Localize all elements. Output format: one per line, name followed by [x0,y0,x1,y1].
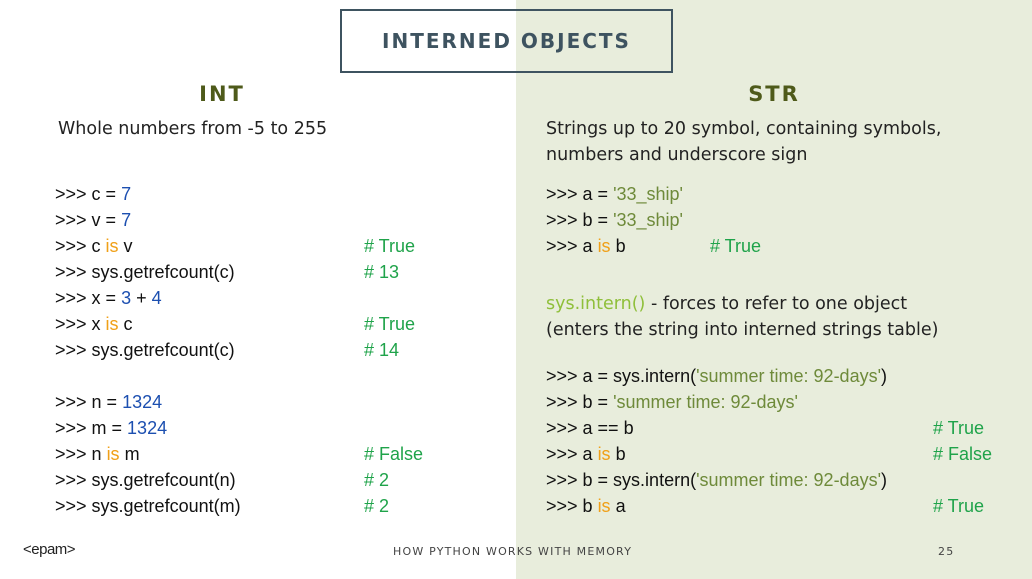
code-token: >>> v = [55,210,122,230]
code-token: >>> sys.getrefcount(c) [55,262,235,282]
code-token: 'summer time: 92-days' [613,392,798,412]
code-line: >>> v = 7 [55,207,131,233]
code-token: >>> sys.getrefcount(m) [55,496,241,516]
code-comment: # False [933,444,993,464]
code-token: >>> b [546,496,598,516]
code-line: >>> m = 1324 [55,415,167,441]
code-token: >>> c = [55,184,122,204]
code-token: 1324 [127,418,168,438]
footer-caption: HOW PYTHON WORKS WITH MEMORY [393,545,633,558]
code-comment: # True [364,236,416,256]
code-token: >>> a = sys.intern( [546,366,697,386]
code-line: >>> n is m [55,441,140,467]
code-line: >>> b = '33_ship' [546,207,683,233]
code-comment: # True [933,496,985,516]
code-line: >>> b is a [546,493,626,519]
code-token: >>> sys.getrefcount(n) [55,470,236,490]
code-token: >>> b = sys.intern( [546,470,697,490]
code-token: >>> b = [546,210,614,230]
code-token: '33_ship' [613,210,683,230]
code-comment: # 14 [364,340,400,360]
code-token: m [119,444,140,464]
code-token: 7 [121,210,132,230]
str-heading: STR [748,82,800,106]
code-token: v [118,236,133,256]
code-token: >>> m = [55,418,128,438]
slide-title: INTERNED OBJECTS [340,9,673,73]
code-token: >>> a = [546,184,614,204]
intern-description-text: - forces to refer to one object [645,294,908,314]
code-token: b [610,444,626,464]
code-token: c [118,314,133,334]
code-line: >>> sys.getrefcount(c) [55,259,235,285]
code-comment: # False [364,444,424,464]
code-token: 'summer time: 92-days' [696,366,882,386]
code-line: >>> b = 'summer time: 92-days' [546,389,798,415]
code-line: >>> a = '33_ship' [546,181,683,207]
epam-logo: <epam> [23,541,76,558]
code-line: >>> c is v [55,233,133,259]
code-token: 7 [121,184,132,204]
str-description-1: Strings up to 20 symbol, containing symb… [546,119,942,139]
code-token: >>> n = [55,392,123,412]
code-comment: # 2 [364,470,390,490]
code-token: is [597,236,611,256]
code-line: >>> a == b [546,415,634,441]
code-token: >>> n [55,444,107,464]
code-token: b [610,236,626,256]
code-line: >>> x = 3 + 4 [55,285,162,311]
code-token: 'summer time: 92-days' [696,470,882,490]
code-token: >>> b = [546,392,614,412]
code-line: >>> a is b [546,233,626,259]
code-token: '33_ship' [613,184,683,204]
code-line: >>> a is b [546,441,626,467]
code-token: >>> c [55,236,106,256]
code-token: is [597,444,611,464]
code-comment: # True [710,236,762,256]
str-description-2: numbers and underscore sign [546,145,808,165]
intern-description: sys.intern() - forces to refer to one ob… [546,291,907,317]
code-line: >>> sys.getrefcount(m) [55,493,241,519]
code-token: is [597,496,611,516]
code-token: >>> a [546,444,598,464]
code-line: >>> a = sys.intern('summer time: 92-days… [546,363,887,389]
code-token: >>> a [546,236,598,256]
code-token: ) [881,366,888,386]
code-comment: # 2 [364,496,390,516]
code-line: >>> c = 7 [55,181,131,207]
code-line: >>> x is c [55,311,133,337]
code-line: >>> sys.getrefcount(n) [55,467,236,493]
int-heading: INT [199,82,245,106]
code-token: >>> sys.getrefcount(c) [55,340,235,360]
code-token: 1324 [122,392,163,412]
code-token: is [105,314,119,334]
int-description: Whole numbers from -5 to 255 [58,119,328,139]
page-number: 25 [938,545,955,558]
code-token: 4 [151,288,162,308]
code-token: + [131,288,152,308]
code-comment: # True [933,418,985,438]
code-comment: # True [364,314,416,334]
code-token: >>> x [55,314,106,334]
code-token: >>> a == b [546,418,634,438]
code-token: a [610,496,626,516]
code-line: >>> sys.getrefcount(c) [55,337,235,363]
code-token: >>> x = [55,288,122,308]
code-token: is [105,236,119,256]
code-line: >>> b = sys.intern('summer time: 92-days… [546,467,887,493]
code-token: 3 [121,288,132,308]
code-token: is [106,444,120,464]
code-comment: # 13 [364,262,400,282]
code-line: >>> n = 1324 [55,389,162,415]
intern-description-2: (enters the string into interned strings… [546,320,939,340]
intern-function-name: sys.intern() [546,294,646,314]
code-token: ) [881,470,888,490]
